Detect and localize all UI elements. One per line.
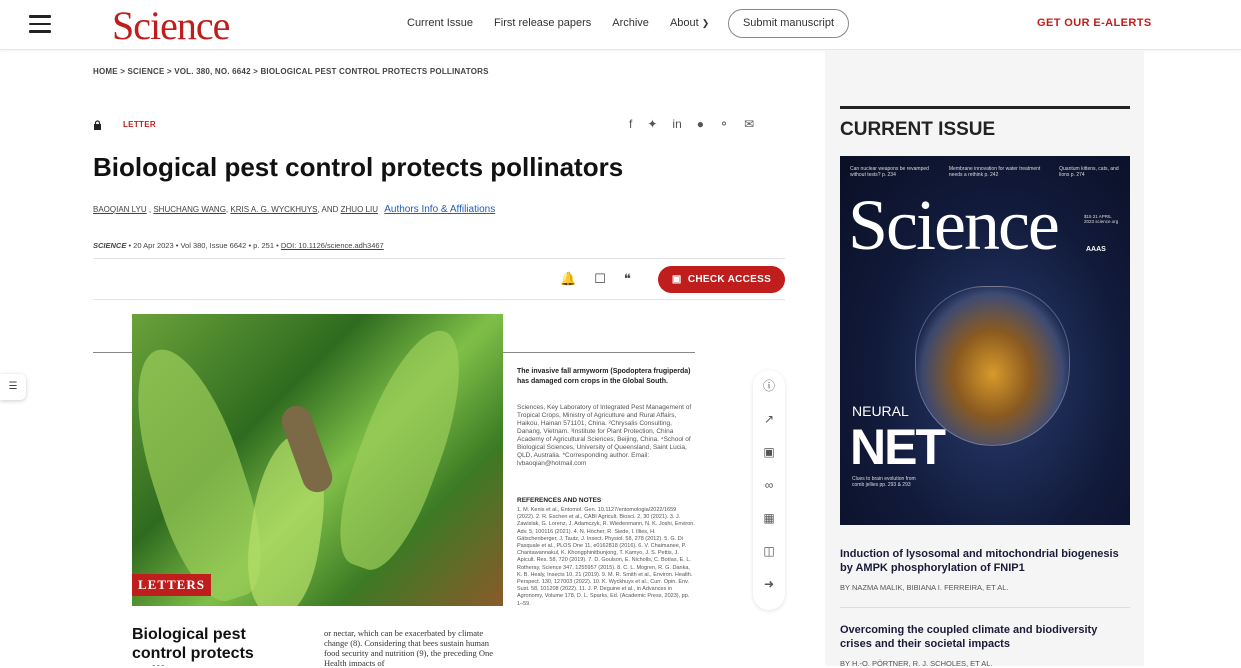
current-issue-heading: CURRENT ISSUE — [840, 119, 996, 140]
article-figure[interactable]: LETTERS The invasive fall armyworm (Spod… — [93, 314, 695, 666]
cover-teaser: Quantum kittens, cats, and lions p. 274 — [1059, 166, 1119, 178]
nav-current-issue[interactable]: Current Issue — [407, 17, 473, 29]
cover-masthead: Science — [848, 185, 1060, 265]
cover-teasers: Can nuclear weapons be revamped without … — [850, 166, 1120, 178]
journal-name: SCIENCE — [93, 241, 127, 250]
meta-dot: • — [248, 241, 252, 250]
bell-icon[interactable]: 🔔 — [560, 271, 576, 287]
toc-toggle-icon[interactable]: ☰ — [0, 374, 26, 400]
check-access-button[interactable]: ▣ CHECK ACCESS — [658, 266, 785, 293]
cover-teaser: Membrane innovation for water treatment … — [948, 166, 1041, 178]
science-logo[interactable]: Science — [112, 2, 230, 49]
linkedin-icon[interactable]: in — [672, 117, 681, 131]
sidebar-article-byline: BY H.-O. PÖRTNER, R. J. SCHOLES, ET AL. — [840, 659, 993, 668]
affiliations-link[interactable]: Authors Info & Affiliations — [384, 204, 495, 215]
facebook-icon[interactable]: f — [629, 117, 632, 131]
author-link[interactable]: BAOQIAN LYU — [93, 205, 147, 214]
submit-manuscript-button[interactable]: Submit manuscript — [728, 9, 849, 38]
nav-about-label: About — [669, 17, 699, 29]
refs-heading: REFERENCES AND NOTES — [517, 497, 602, 504]
reddit-icon[interactable]: ● — [697, 117, 704, 131]
e-alerts-link[interactable]: GET OUR E-ALERTS — [1037, 17, 1152, 29]
figure-title: Biological pest control protects pollina… — [132, 626, 254, 666]
author-link[interactable]: SHUCHANG WANG — [153, 205, 226, 214]
meta-dot: • — [175, 241, 179, 250]
page-number: p. 251 — [253, 241, 275, 250]
issue-cover[interactable]: Can nuclear weapons be revamped without … — [840, 156, 1130, 525]
letters-label: LETTERS — [132, 574, 211, 596]
twitter-icon[interactable]: ✦ — [647, 117, 657, 131]
cover-neural: NEURAL — [852, 403, 909, 419]
main-nav: Current Issue First release papers Archi… — [407, 17, 709, 29]
divider — [93, 299, 785, 300]
pub-date: 20 Apr 2023 — [133, 241, 174, 250]
wechat-icon[interactable]: ⚬ — [719, 117, 729, 131]
trend-icon[interactable]: ↗ — [753, 403, 785, 436]
info-icon[interactable]: ⓘ — [753, 370, 785, 403]
author-link[interactable]: ZHUO LIU — [341, 205, 378, 214]
cover-clue: Clues to brain evolution from comb jelli… — [852, 476, 916, 488]
email-icon[interactable]: ✉ — [744, 117, 754, 131]
volume-issue[interactable]: Vol 380, Issue 6642 — [180, 241, 246, 250]
bookmark-icon[interactable]: ☐ — [594, 271, 606, 287]
cover-teaser: Can nuclear weapons be revamped without … — [850, 166, 929, 178]
article-tools: 🔔 ☐ ❝ — [560, 271, 631, 287]
sidebar-article-title[interactable]: Overcoming the coupled climate and biodi… — [840, 623, 1130, 651]
table-icon[interactable]: ◫ — [753, 535, 785, 568]
doi-link[interactable]: DOI: 10.1126/science.adh3467 — [281, 241, 384, 250]
article-meta: SCIENCE • 20 Apr 2023 • Vol 380, Issue 6… — [93, 241, 384, 250]
sidebar-article-byline: BY NAZMA MALIK, BIBIANA I. FERREIRA, ET … — [840, 583, 1009, 592]
divider — [93, 258, 785, 259]
article-type: LETTER — [123, 120, 156, 129]
sidebar-rule — [840, 106, 1130, 109]
chevron-down-icon: ❯ — [701, 18, 710, 28]
meta-dot: • — [128, 241, 132, 250]
share-bar: f ✦ in ● ⚬ ✉ — [629, 117, 754, 131]
menu-icon[interactable] — [29, 15, 51, 33]
author-link[interactable]: KRIS A. G. WYCKHUYS — [230, 205, 317, 214]
article-title: Biological pest control protects pollina… — [93, 152, 624, 182]
author-separator: , AND — [317, 205, 341, 214]
nav-first-release[interactable]: First release papers — [494, 17, 591, 29]
nav-archive[interactable]: Archive — [612, 17, 649, 29]
refs-list: 1. M. Kenis et al., Entomol. Gen. 10.112… — [517, 507, 695, 607]
divider — [840, 607, 1130, 608]
corn-armyworm-photo — [132, 314, 503, 606]
nav-about[interactable]: About ❯ — [670, 17, 709, 29]
lock-icon[interactable]: ▣ — [753, 436, 785, 469]
image-icon[interactable]: ▦ — [753, 502, 785, 535]
share-icon[interactable]: ➜ — [753, 568, 785, 601]
cover-net: NET — [850, 419, 946, 475]
top-bar: Science Current Issue First release pape… — [0, 0, 1241, 50]
link-icon[interactable]: ∞ — [753, 469, 785, 502]
author-list: BAOQIAN LYU , SHUCHANG WANG, KRIS A. G. … — [93, 204, 495, 215]
figure-caption: The invasive fall armyworm (Spodoptera f… — [517, 368, 691, 385]
check-access-label: CHECK ACCESS — [687, 274, 772, 285]
sidebar-article-title[interactable]: Induction of lysosomal and mitochondrial… — [840, 547, 1130, 575]
breadcrumb[interactable]: HOME > SCIENCE > VOL. 380, NO. 6642 > BI… — [93, 67, 489, 76]
lock-icon — [94, 120, 101, 130]
figure-body-text: or nectar, which can be exacerbated by c… — [324, 628, 494, 666]
aaas-logo: AAAS — [1086, 246, 1106, 253]
cover-date: $15 21 APRIL 2023 science.org — [1084, 214, 1119, 224]
meta-dot: • — [276, 241, 279, 250]
lock-icon: ▣ — [671, 274, 682, 285]
side-toolbar: ⓘ ↗ ▣ ∞ ▦ ◫ ➜ — [753, 370, 785, 610]
figure-affiliations: Sciences, Key Laboratory of Integrated P… — [517, 404, 692, 467]
quote-icon[interactable]: ❝ — [624, 271, 631, 287]
